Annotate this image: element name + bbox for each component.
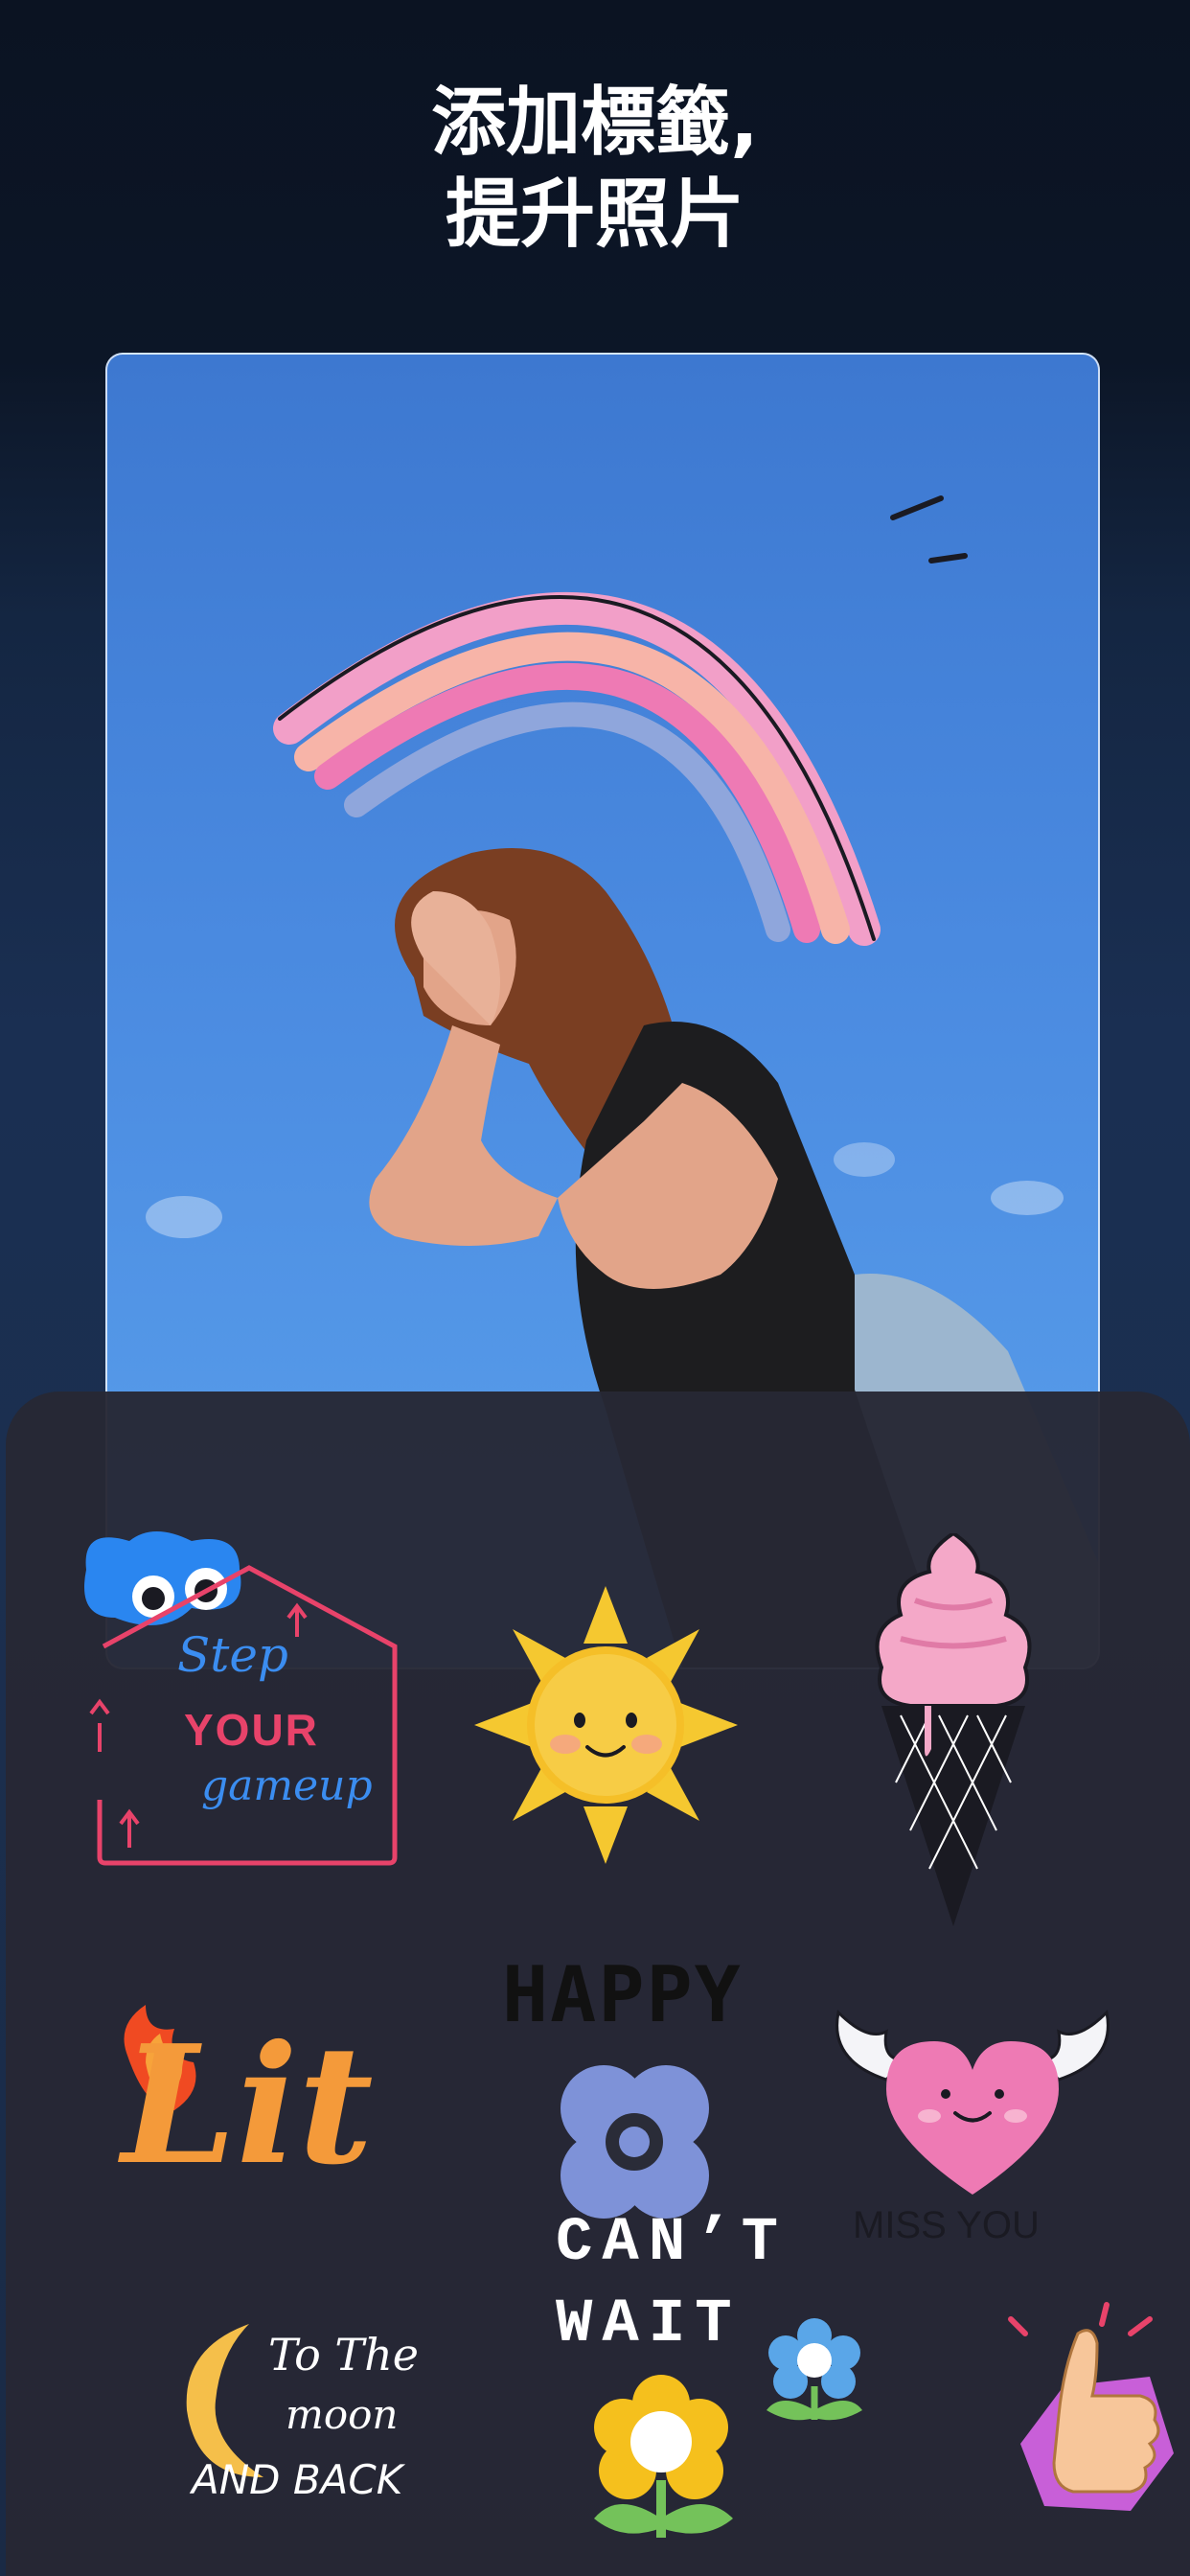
- headline: 添加標籤, 提升照片: [0, 77, 1190, 261]
- thumbs-up-icon: [1008, 2302, 1174, 2511]
- sticker-step-line-3: gameup: [201, 1761, 373, 1810]
- blue-flower-icon: [561, 2065, 709, 2219]
- rainbow-sticker: [273, 495, 968, 946]
- winged-heart-icon: [835, 2009, 1110, 2195]
- sticker-moon-line-1: To The: [268, 2329, 419, 2380]
- ice-cream-icon: [875, 1530, 1032, 1926]
- sticker-lit[interactable]: Lit: [107, 2005, 452, 2196]
- sticker-happy-cant-wait[interactable]: HAPPY CAN’T WAIT: [498, 1950, 824, 2372]
- sticker-small-blue-flower[interactable]: [757, 2314, 872, 2429]
- sticker-moon-line-3: AND BACK: [192, 2456, 403, 2503]
- step-house-icon: [84, 1531, 398, 1866]
- sticker-cant-text: CAN’T: [556, 2209, 789, 2278]
- sticker-to-the-moon[interactable]: To The moon AND BACK: [172, 2314, 450, 2525]
- sun-icon: [474, 1586, 738, 1864]
- sticker-sun[interactable]: [474, 1586, 738, 1864]
- sticker-miss-you-text: MISS YOU: [853, 2204, 1040, 2246]
- small-blue-flower-icon: [767, 2318, 862, 2421]
- yellow-flower-icon: [594, 2375, 733, 2538]
- sticker-wait-text: WAIT: [556, 2290, 742, 2359]
- sticker-step-line-1: Step: [177, 1627, 288, 1683]
- sticker-step-your-gameup[interactable]: Step YOUR gameup: [77, 1531, 402, 1867]
- sticker-ice-cream[interactable]: [872, 1530, 1035, 1931]
- sticker-yellow-flower[interactable]: [580, 2375, 743, 2547]
- headline-line-1: 添加標籤,: [431, 80, 759, 166]
- sticker-thumbs-up[interactable]: [1006, 2300, 1179, 2520]
- headline-line-2: 提升照片: [445, 172, 744, 258]
- sticker-happy-text: HAPPY: [502, 1950, 743, 2039]
- sticker-step-line-2: YOUR: [184, 1705, 319, 1755]
- sticker-heart-wings[interactable]: MISS YOU: [829, 2003, 1116, 2252]
- sticker-lit-text: Lit: [122, 2010, 374, 2201]
- sticker-moon-line-2: moon: [286, 2391, 399, 2438]
